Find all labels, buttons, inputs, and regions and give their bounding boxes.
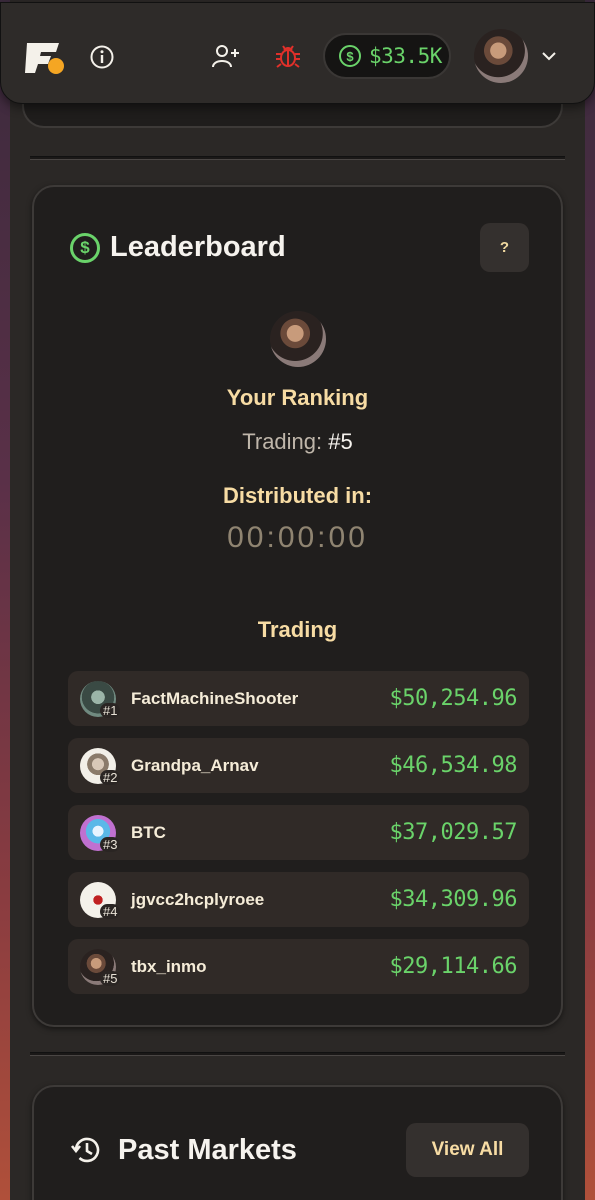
top-navbar: $ $33.5K bbox=[0, 2, 595, 104]
trading-rank-label: Trading: bbox=[242, 429, 329, 454]
row-value: $34,309.96 bbox=[389, 887, 518, 912]
rank-badge: #4 bbox=[100, 903, 121, 919]
leaderboard-row[interactable]: #4 jgvcc2hcplyroee $34,309.96 bbox=[68, 872, 529, 927]
row-value: $50,254.96 bbox=[389, 686, 518, 711]
row-username: Grandpa_Arnav bbox=[131, 755, 259, 775]
leaderboard-header: $ Leaderboard bbox=[70, 231, 286, 264]
row-value: $29,114.66 bbox=[389, 954, 518, 979]
row-username: tbx_inmo bbox=[131, 956, 207, 976]
row-avatar: #3 bbox=[80, 814, 121, 852]
add-user-icon[interactable] bbox=[211, 43, 241, 71]
leaderboard-row[interactable]: #3 BTC $37,029.57 bbox=[68, 805, 529, 860]
countdown-timer: 00:00:00 bbox=[227, 521, 368, 554]
row-username: BTC bbox=[131, 822, 166, 842]
section-divider bbox=[30, 156, 565, 160]
leaderboard-title: Leaderboard bbox=[110, 231, 286, 263]
help-button[interactable]: ? bbox=[480, 223, 529, 272]
user-avatar[interactable] bbox=[474, 29, 528, 83]
trading-section-label: Trading bbox=[257, 617, 338, 642]
row-avatar: #2 bbox=[80, 747, 121, 785]
leaderboard-card: $ Leaderboard ? Your Ranking Trading: #5… bbox=[32, 185, 563, 1027]
row-username: jgvcc2hcplyroee bbox=[131, 889, 265, 909]
row-username: FactMachineShooter bbox=[131, 688, 299, 708]
trading-rank: Trading: #5 bbox=[34, 429, 561, 455]
history-icon bbox=[70, 1137, 100, 1163]
my-avatar bbox=[270, 311, 326, 367]
your-ranking-label: Your Ranking bbox=[226, 385, 369, 410]
leaderboard-row[interactable]: #2 Grandpa_Arnav $46,534.98 bbox=[68, 738, 529, 793]
row-avatar: #4 bbox=[80, 881, 121, 919]
rank-badge: #5 bbox=[100, 970, 121, 986]
row-avatar: #5 bbox=[80, 948, 121, 986]
row-value: $46,534.98 bbox=[389, 753, 518, 778]
rank-badge: #1 bbox=[100, 702, 121, 718]
past-markets-card: Past Markets View All bbox=[32, 1085, 563, 1200]
leaderboard-row[interactable]: #5 tbx_inmo $29,114.66 bbox=[68, 939, 529, 994]
balance-button[interactable]: $ $33.5K bbox=[323, 33, 451, 79]
view-all-button[interactable]: View All bbox=[406, 1123, 529, 1177]
past-markets-title: Past Markets bbox=[118, 1133, 297, 1166]
info-icon[interactable] bbox=[89, 44, 115, 70]
leaderboard-row[interactable]: #1 FactMachineShooter $50,254.96 bbox=[68, 671, 529, 726]
leaderboard-list: #1 FactMachineShooter $50,254.96 #2 Gran… bbox=[68, 671, 529, 1006]
dollar-circle-icon: $ bbox=[339, 45, 361, 67]
row-avatar: #1 bbox=[80, 680, 121, 718]
chevron-down-icon[interactable] bbox=[539, 47, 559, 65]
dollar-circle-icon: $ bbox=[70, 232, 100, 263]
row-value: $37,029.57 bbox=[389, 820, 518, 845]
distributed-label: Distributed in: bbox=[222, 483, 373, 508]
section-divider bbox=[30, 1052, 565, 1056]
rank-badge: #3 bbox=[100, 836, 121, 852]
balance-amount: $33.5K bbox=[369, 44, 442, 68]
trading-rank-value: #5 bbox=[328, 429, 353, 454]
past-markets-header: Past Markets bbox=[70, 1133, 297, 1167]
bug-icon[interactable] bbox=[273, 41, 303, 71]
rank-badge: #2 bbox=[100, 769, 121, 785]
app-logo[interactable] bbox=[23, 37, 67, 77]
